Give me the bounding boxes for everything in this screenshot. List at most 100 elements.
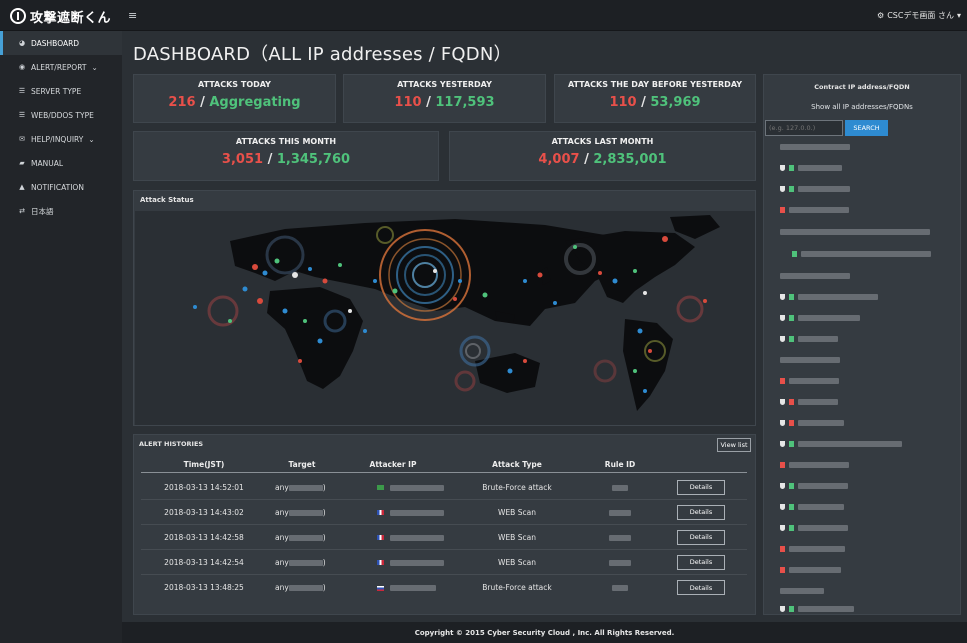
column-header[interactable]: Time(JST) [141, 460, 267, 469]
redacted-value [801, 251, 931, 257]
redacted-value [789, 462, 849, 468]
chevron-down-icon: ▾ [956, 11, 961, 20]
details-button[interactable]: Details [677, 479, 725, 495]
column-header[interactable]: Rule ID [585, 460, 655, 469]
contract-ip-item[interactable] [780, 419, 844, 427]
world-attack-map[interactable] [135, 211, 755, 425]
contract-ip-item[interactable] [780, 440, 902, 448]
stat-value: 216 / Aggregating [134, 95, 335, 110]
alert-table-header: Time(JST) Target Attacker IP Attack Type… [141, 457, 747, 473]
column-header[interactable]: Attacker IP [337, 460, 449, 469]
sidebar-item-label: WEB/DDOS TYPE [31, 110, 94, 120]
gear-icon: ⚙ [877, 11, 885, 20]
target-cell: any) [267, 583, 337, 592]
contract-ip-item[interactable] [780, 314, 860, 322]
target-value: any [275, 507, 289, 517]
contract-ip-item[interactable] [780, 377, 839, 385]
list-icon: ☰ [18, 87, 26, 95]
sidebar-item-dashboard[interactable]: ◕ DASHBOARD [0, 31, 122, 55]
shield-icon [780, 336, 785, 342]
contract-ip-item[interactable] [792, 250, 931, 258]
details-button[interactable]: Details [677, 504, 725, 520]
dashboard-icon: ◕ [18, 39, 26, 47]
redacted-value [798, 186, 850, 192]
target-suffix: ) [322, 583, 326, 592]
separator: / [426, 95, 431, 110]
user-menu[interactable]: ⚙ CSCデモ画面 さん ▾ [877, 10, 961, 21]
contract-ip-item[interactable] [780, 605, 854, 613]
shield-icon [780, 606, 785, 612]
contract-ip-item[interactable] [780, 206, 849, 214]
total-count: 1,345,760 [276, 152, 351, 167]
column-header[interactable]: Target [267, 460, 337, 469]
contract-ip-item[interactable] [780, 524, 848, 532]
redacted-value [789, 567, 841, 573]
target-suffix: ) [322, 482, 326, 492]
status-badge [780, 462, 785, 468]
contract-ip-item[interactable] [780, 228, 930, 236]
contract-ip-item[interactable] [780, 566, 841, 574]
contract-ip-item[interactable] [780, 272, 850, 280]
contract-ip-item[interactable] [780, 293, 878, 301]
status-badge [789, 525, 794, 531]
target-suffix: ) [322, 507, 326, 517]
column-header[interactable]: Attack Type [449, 460, 585, 469]
sidebar-item-notification[interactable]: ▲ NOTIFICATION [0, 175, 122, 199]
contract-ip-item[interactable] [780, 335, 838, 343]
stat-attacks-last-month: ATTACKS LAST MONTH 4,007 / 2,835,001 [449, 131, 756, 181]
contract-ip-item[interactable] [780, 461, 849, 469]
redacted-value [288, 534, 323, 541]
contract-ip-item[interactable] [780, 545, 845, 553]
envelope-icon: ✉ [19, 135, 25, 143]
contract-ip-item[interactable] [780, 143, 850, 151]
view-list-button[interactable]: View list [717, 438, 751, 452]
contract-ip-item[interactable] [780, 164, 842, 172]
blocked-count: 216 [168, 95, 196, 110]
sidebar-item-help-inquiry[interactable]: ✉ HELP/INQUIRY ⌄ [0, 127, 122, 151]
shield-icon [780, 483, 785, 489]
sidebar-item-alert-report[interactable]: ◉ ALERT/REPORT ⌄ [0, 55, 122, 79]
blocked-count: 3,051 [221, 152, 264, 167]
status-badge [789, 294, 794, 300]
search-button[interactable]: SEARCH [845, 120, 888, 136]
attack-type-cell: WEB Scan [498, 507, 536, 517]
sidebar-item-server-type[interactable]: ☰ SERVER TYPE [0, 79, 122, 103]
status-badge [780, 546, 785, 552]
contract-ip-item[interactable] [780, 398, 838, 406]
contract-ip-item[interactable] [780, 482, 848, 490]
sidebar: ◕ DASHBOARD ◉ ALERT/REPORT ⌄ ☰ SERVER TY… [0, 31, 122, 643]
target-suffix: ) [322, 532, 326, 542]
redacted-value [789, 546, 845, 552]
time-cell: 2018-03-13 14:42:58 [164, 532, 244, 542]
hamburger-icon[interactable]: ≡ [128, 9, 137, 22]
contract-ip-item[interactable] [780, 503, 844, 511]
contract-ip-item[interactable] [780, 185, 850, 193]
status-badge [789, 186, 794, 192]
bell-icon: ▲ [19, 183, 25, 191]
status-badge [792, 251, 797, 257]
contract-ip-item[interactable] [780, 356, 840, 364]
attacker-ip-cell [337, 583, 449, 592]
contract-ip-item[interactable] [780, 587, 824, 595]
book-icon: ▰ [19, 159, 25, 167]
details-button[interactable]: Details [677, 529, 725, 545]
country-flag-icon [377, 560, 384, 565]
ip-search-input[interactable] [765, 120, 843, 136]
sidebar-item-manual[interactable]: ▰ MANUAL [0, 151, 122, 175]
chevron-down-icon: ⌄ [88, 134, 95, 144]
shield-icon [780, 504, 785, 510]
footer: Copyright © 2015 Cyber Security Cloud , … [122, 622, 967, 643]
table-row: 2018-03-13 14:43:02 any) WEB Scan Detail… [141, 500, 747, 525]
details-button[interactable]: Details [677, 580, 725, 595]
show-all-link[interactable]: Show all IP addresses/FQDNs [764, 103, 960, 111]
attack-type-cell: WEB Scan [498, 557, 536, 567]
sidebar-item-web-ddos-type[interactable]: ☰ WEB/DDOS TYPE [0, 103, 122, 127]
country-flag-icon [377, 535, 384, 540]
app-logo[interactable]: 攻撃遮断くん [10, 6, 111, 26]
details-button[interactable]: Details [677, 554, 725, 570]
stat-attacks-today: ATTACKS TODAY 216 / Aggregating [133, 74, 336, 123]
status-badge [780, 567, 785, 573]
status-badge [789, 483, 794, 489]
stat-value: 110 / 117,593 [344, 95, 545, 110]
sidebar-item-language[interactable]: ⇄ 日本語 [0, 199, 122, 223]
